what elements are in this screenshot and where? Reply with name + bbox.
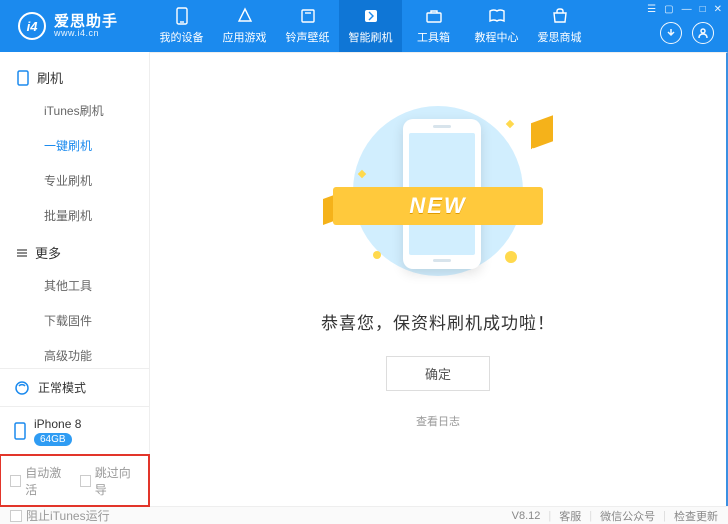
checkbox-skip-wizard[interactable]: 跳过向导 xyxy=(80,464,140,498)
nav-flash[interactable]: 智能刷机 xyxy=(339,0,402,52)
update-link[interactable]: 检查更新 xyxy=(674,508,718,524)
nav-apps[interactable]: 应用游戏 xyxy=(213,0,276,52)
window-controls: ☰ ▢ — □ ✕ xyxy=(647,4,722,15)
settings-icon[interactable]: ☰ xyxy=(647,4,656,15)
nav-my-device[interactable]: 我的设备 xyxy=(150,0,213,52)
nav-label: 爱思商城 xyxy=(538,29,582,45)
sidebar-item-download-fw[interactable]: 下载固件 xyxy=(0,303,149,338)
success-message: 恭喜您，保资料刷机成功啦！ xyxy=(321,309,555,334)
toolbox-icon xyxy=(424,7,444,25)
title-bar: i4 爱思助手 www.i4.cn 我的设备 应用游戏 铃声壁纸 智能刷机 工具… xyxy=(0,0,728,52)
status-bar: 阻止iTunes运行 V8.12 | 客服 | 微信公众号 | 检查更新 xyxy=(0,506,728,524)
ok-button[interactable]: 确定 xyxy=(386,356,490,391)
nav-label: 应用游戏 xyxy=(223,29,267,45)
nav-tutorials[interactable]: 教程中心 xyxy=(465,0,528,52)
checkbox-label: 阻止iTunes运行 xyxy=(26,507,110,524)
sidebar-section-flash: 刷机 xyxy=(0,58,149,93)
device-mode[interactable]: 正常模式 xyxy=(0,368,149,406)
nav-store[interactable]: 爱思商城 xyxy=(528,0,591,52)
device-info[interactable]: iPhone 8 64GB xyxy=(0,406,149,455)
checkbox-label: 跳过向导 xyxy=(95,464,139,498)
logo-icon: i4 xyxy=(18,12,46,40)
options-row: 自动激活 跳过向导 xyxy=(0,455,149,506)
view-log-link[interactable]: 查看日志 xyxy=(416,413,460,429)
version-label: V8.12 xyxy=(512,510,541,522)
minimize-icon[interactable]: — xyxy=(682,4,692,15)
flash-icon xyxy=(361,7,381,25)
sidebar-item-one-click-flash[interactable]: 一键刷机 xyxy=(0,128,149,163)
sidebar-item-itunes-flash[interactable]: iTunes刷机 xyxy=(0,93,149,128)
section-label: 刷机 xyxy=(37,68,63,87)
nav-label: 教程中心 xyxy=(475,29,519,45)
support-link[interactable]: 客服 xyxy=(559,508,581,524)
phone-icon xyxy=(172,7,192,25)
nav-ringtones[interactable]: 铃声壁纸 xyxy=(276,0,339,52)
download-button[interactable] xyxy=(660,22,682,44)
ribbon-text: NEW xyxy=(409,193,466,219)
store-icon xyxy=(550,7,570,25)
checkbox-auto-activate[interactable]: 自动激活 xyxy=(10,464,70,498)
nav-toolbox[interactable]: 工具箱 xyxy=(402,0,465,52)
nav-label: 智能刷机 xyxy=(349,29,393,45)
app-site: www.i4.cn xyxy=(54,29,118,38)
sidebar: 刷机 iTunes刷机 一键刷机 专业刷机 批量刷机 更多 其他工具 下载固件 … xyxy=(0,52,150,506)
device-storage-badge: 64GB xyxy=(34,433,72,446)
skin-icon[interactable]: ▢ xyxy=(664,4,673,15)
app-name: 爱思助手 xyxy=(54,14,118,29)
top-nav: 我的设备 应用游戏 铃声壁纸 智能刷机 工具箱 教程中心 爱思商城 xyxy=(150,0,591,52)
sidebar-item-other-tools[interactable]: 其他工具 xyxy=(0,268,149,303)
sidebar-item-pro-flash[interactable]: 专业刷机 xyxy=(0,163,149,198)
sidebar-section-more: 更多 xyxy=(0,233,149,268)
sidebar-item-batch-flash[interactable]: 批量刷机 xyxy=(0,198,149,233)
apps-icon xyxy=(235,7,255,25)
checkbox-label: 自动激活 xyxy=(25,464,69,498)
success-illustration: NEW xyxy=(333,101,543,281)
nav-label: 铃声壁纸 xyxy=(286,29,330,45)
main-content: NEW 恭喜您，保资料刷机成功啦！ 确定 查看日志 xyxy=(150,52,728,506)
nav-label: 工具箱 xyxy=(417,29,450,45)
wechat-link[interactable]: 微信公众号 xyxy=(600,508,655,524)
checkbox-block-itunes[interactable]: 阻止iTunes运行 xyxy=(10,507,110,524)
book-icon xyxy=(487,7,507,25)
mode-label: 正常模式 xyxy=(38,379,86,396)
device-name: iPhone 8 xyxy=(34,417,81,431)
header-right xyxy=(660,22,714,44)
close-icon[interactable]: ✕ xyxy=(714,4,722,15)
app-logo: i4 爱思助手 www.i4.cn xyxy=(0,12,150,40)
nav-label: 我的设备 xyxy=(160,29,204,45)
section-label: 更多 xyxy=(35,243,61,262)
maximize-icon[interactable]: □ xyxy=(700,4,706,15)
user-button[interactable] xyxy=(692,22,714,44)
music-icon xyxy=(298,7,318,25)
